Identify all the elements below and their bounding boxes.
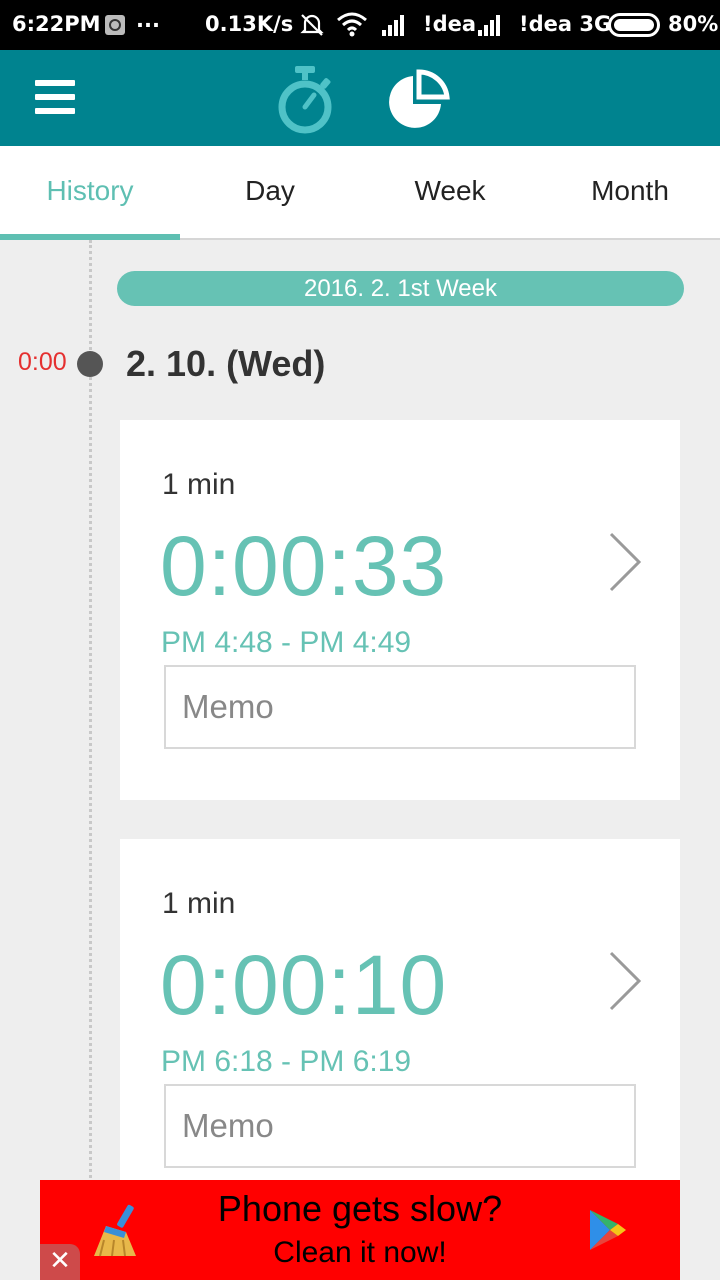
timeline-dot: [77, 351, 103, 377]
timeline-line: [89, 240, 92, 1190]
bell-off-icon: [300, 14, 324, 36]
ad-subline: Clean it now!: [273, 1236, 447, 1269]
battery-icon: [608, 13, 660, 37]
session-time-range: PM 4:48 - PM 4:49: [161, 626, 412, 659]
wifi-icon: [337, 12, 367, 37]
timeline-time-marker: 0:00: [18, 348, 67, 376]
tab-week[interactable]: Week: [360, 146, 540, 238]
session-elapsed-time: 0:00:33: [160, 519, 448, 613]
session-card: 1 min 0:00:10 PM 6:18 - PM 6:19: [120, 839, 680, 1219]
session-card: 1 min 0:00:33 PM 4:48 - PM 4:49: [120, 420, 680, 800]
signal-icon-1: [382, 14, 410, 36]
ad-headline: Phone gets slow?: [217, 1188, 503, 1229]
status-time: 6:22PM: [12, 12, 101, 36]
chevron-right-icon[interactable]: [605, 530, 645, 594]
carrier-2: !dea 3G: [519, 12, 612, 36]
tab-day[interactable]: Day: [180, 146, 360, 238]
status-bar: 6:22PM ... 0.13K/s !dea !dea 3G 80%: [0, 0, 720, 50]
carrier-1: !dea: [423, 12, 477, 36]
status-speed: 0.13K/s: [205, 12, 294, 36]
app-bar: [0, 50, 720, 146]
day-title: 2. 10. (Wed): [126, 343, 326, 384]
signal-icon-2: [478, 14, 506, 36]
hamburger-menu-icon[interactable]: [35, 80, 75, 114]
tab-bar: History Day Week Month: [0, 146, 720, 240]
memo-input[interactable]: [164, 1084, 636, 1168]
tab-month[interactable]: Month: [540, 146, 720, 238]
status-more: ...: [136, 8, 160, 32]
ad-banner[interactable]: Phone gets slow? Clean it now!: [40, 1180, 680, 1280]
session-duration: 1 min: [162, 887, 236, 920]
stopwatch-icon[interactable]: [270, 62, 340, 138]
session-duration: 1 min: [162, 468, 236, 501]
week-header: 2016. 2. 1st Week: [117, 271, 684, 306]
close-icon[interactable]: ✕: [40, 1244, 80, 1280]
tab-history[interactable]: History: [0, 146, 180, 238]
notification-app-icon: [105, 15, 125, 35]
pie-chart-icon[interactable]: [385, 68, 451, 130]
play-store-icon: [590, 1210, 626, 1250]
chevron-right-icon[interactable]: [605, 949, 645, 1013]
session-elapsed-time: 0:00:10: [160, 938, 448, 1032]
session-time-range: PM 6:18 - PM 6:19: [161, 1045, 412, 1078]
memo-input[interactable]: [164, 665, 636, 749]
battery-level: 80%: [668, 12, 719, 36]
